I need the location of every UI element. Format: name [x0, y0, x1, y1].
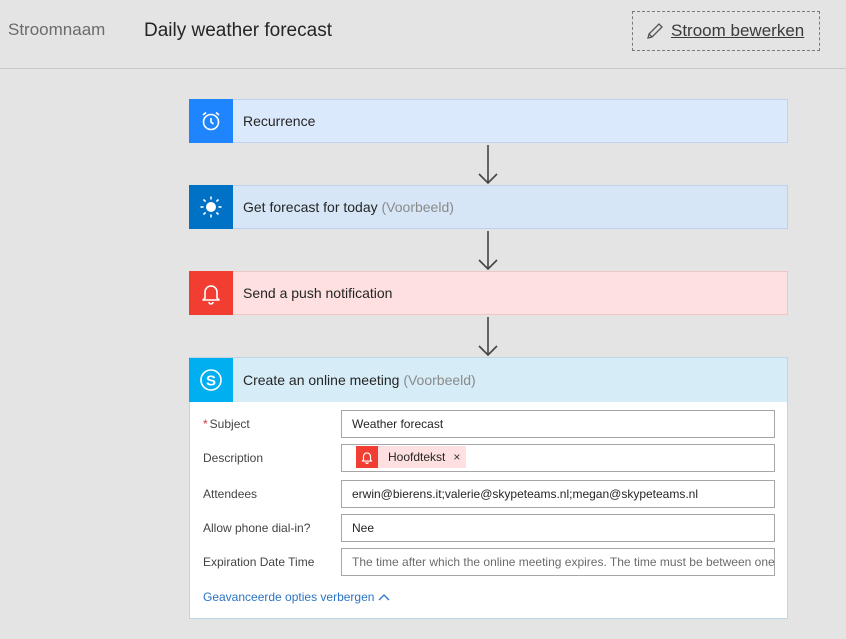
subject-label: * Subject	[203, 417, 250, 431]
token-remove-button[interactable]: ×	[453, 450, 460, 464]
svg-text:S: S	[206, 372, 216, 389]
sun-icon	[189, 184, 233, 229]
phone-dialin-label: Allow phone dial-in?	[203, 521, 311, 535]
subject-row: * Subject Weather forecast	[190, 410, 787, 438]
pencil-icon	[647, 23, 663, 39]
advanced-options-label: Geavanceerde opties verbergen	[203, 590, 375, 604]
step-recurrence[interactable]: Recurrence	[189, 98, 788, 144]
arrow-down-icon	[478, 145, 498, 185]
flow-title: Daily weather forecast	[144, 20, 332, 41]
step-title: Recurrence	[243, 113, 316, 129]
token-label: Hoofdtekst	[388, 450, 446, 464]
description-row: Description Hoofdtekst ×	[190, 444, 787, 472]
header-bar: Stroomnaam Daily weather forecast Stroom…	[0, 0, 846, 69]
skype-icon: S	[189, 357, 233, 402]
preview-tag: (Voorbeeld)	[403, 372, 476, 388]
step-header[interactable]: S Create an online meeting (Voorbeeld)	[189, 357, 787, 402]
alarm-clock-icon	[189, 98, 233, 143]
step-title: Get forecast for today (Voorbeeld)	[243, 199, 454, 215]
arrow-down-icon	[478, 317, 498, 357]
flow-name-label: Stroomnaam	[8, 20, 106, 39]
expiration-label: Expiration Date Time	[203, 555, 315, 569]
phone-dialin-row: Allow phone dial-in? Nee	[190, 514, 787, 542]
subject-input[interactable]: Weather forecast	[341, 410, 775, 438]
edit-flow-button[interactable]: Stroom bewerken	[632, 11, 820, 51]
arrow-down-icon	[478, 231, 498, 271]
expiration-row: Expiration Date Time The time after whic…	[190, 548, 787, 576]
preview-tag: (Voorbeeld)	[381, 199, 454, 215]
step-push-notification[interactable]: Send a push notification	[189, 270, 788, 316]
step-get-forecast[interactable]: Get forecast for today (Voorbeeld)	[189, 184, 788, 230]
description-label: Description	[203, 451, 264, 465]
attendees-row: Attendees erwin@bierens.it;valerie@skype…	[190, 480, 787, 508]
expiration-input[interactable]: The time after which the online meeting …	[341, 548, 775, 576]
attendees-input[interactable]: erwin@bierens.it;valerie@skypeteams.nl;m…	[341, 480, 775, 508]
required-marker: *	[203, 417, 208, 431]
step-title: Send a push notification	[243, 285, 393, 301]
dynamic-content-token[interactable]: Hoofdtekst ×	[356, 446, 467, 468]
step-create-online-meeting: S Create an online meeting (Voorbeeld) *…	[189, 357, 788, 619]
step-title: Create an online meeting (Voorbeeld)	[243, 372, 476, 388]
attendees-label: Attendees	[203, 487, 258, 501]
chevron-up-icon	[378, 594, 390, 601]
bell-icon	[356, 446, 378, 468]
edit-flow-label: Stroom bewerken	[671, 21, 805, 40]
bell-icon	[189, 270, 233, 315]
advanced-options-toggle[interactable]: Geavanceerde opties verbergen	[203, 590, 390, 604]
phone-dialin-select[interactable]: Nee	[341, 514, 775, 542]
